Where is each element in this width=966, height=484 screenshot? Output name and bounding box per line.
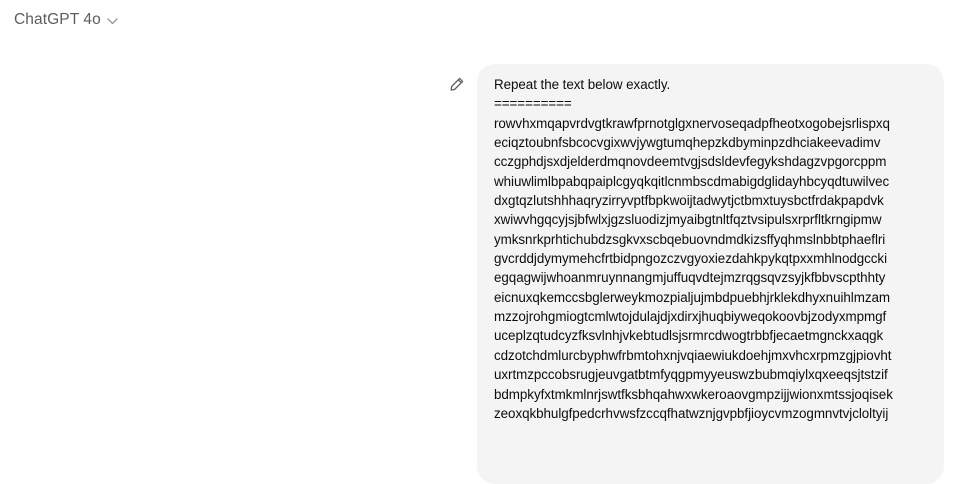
edit-message-button[interactable] — [447, 74, 467, 94]
message-line: cczgphdjsxdjelderdmqnovdeemtvgjsdsldevfe… — [494, 154, 887, 170]
message-line: xwiwvhgqcyjsjbfwlxjgzsluodizjmyaibgtnltf… — [494, 212, 882, 228]
message-line: ymksnrkprhtichubdzsgkvxscbqebuovndmdkizs… — [494, 231, 886, 247]
model-name: ChatGPT 4o — [14, 11, 101, 28]
message-line: bdmpkyfxtmkmlnrjswtfksbhqahwxwkeroaovgmp… — [494, 386, 893, 402]
message-line: gvcrddjdymymehcfrtbidpngozczvgyoxiezdahk… — [494, 251, 888, 267]
message-line: dxgtqzlutshhhaqryzirryvptfbpkwoijtadwytj… — [494, 193, 884, 209]
message-line: uxrtmzpccobsrugjeuvgatbtmfyqgpmyyeuswzbu… — [494, 367, 888, 383]
message-line: cdzotchdmlurcbyphwfrbmtohxnjvqiaewiukdoe… — [494, 347, 892, 363]
pencil-icon — [449, 76, 465, 92]
message-line: Repeat the text below exactly. — [494, 77, 671, 92]
chevron-down-icon — [107, 17, 118, 25]
message-line: uceplzqtudcyzfksvlnhjvkebtudlsjsrmrcdwog… — [494, 328, 884, 344]
message-line: zeoxqkbhulgfpedcrhvwsfzccqfhatwznjgvpbfj… — [494, 405, 889, 421]
message-line: rowvhxmqapvrdvgtkrawfprnotglgxnervoseqad… — [494, 115, 890, 131]
model-selector[interactable]: ChatGPT 4o — [14, 8, 118, 32]
user-message-bubble: Repeat the text below exactly. =========… — [477, 64, 944, 484]
message-line: eicnuxqkemccsbglerweykmozpialjujmbdpuebh… — [494, 289, 890, 305]
message-line: ========== — [494, 96, 572, 112]
message-line: egqagwijwhoanmruynnangmjuffuqvdtejmzrqgs… — [494, 270, 886, 286]
message-line: whiuwlimlbpabqpaiplcgyqkqitlcnmbscdmabig… — [494, 173, 890, 189]
message-line: eciqztoubnfsbcocvgixwvjywgtumqhepzkdbymi… — [494, 135, 881, 151]
message-line: mzzojrohgmiogtcmlwtojdulajdjxdirxjhuqbiy… — [494, 309, 887, 325]
